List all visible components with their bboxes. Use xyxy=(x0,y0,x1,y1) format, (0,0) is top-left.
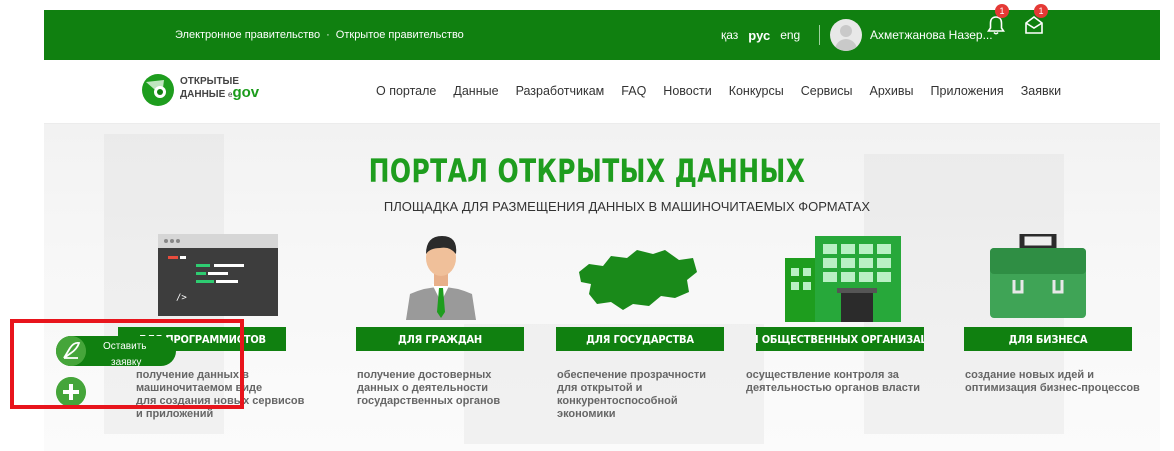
briefcase-icon xyxy=(990,234,1086,318)
page-title: ПОРТАЛ ОТКРЫТЫХ ДАННЫХ xyxy=(368,152,806,190)
nav-archives[interactable]: Архивы xyxy=(870,84,914,98)
lang-rus[interactable]: рус xyxy=(748,28,770,43)
category-state-button[interactable]: ДЛЯ ГОСУДАРСТВА xyxy=(556,327,724,351)
kazakhstan-map-icon xyxy=(579,250,697,310)
category-organizations-button[interactable]: ДЛЯ ОБЩЕСТВЕННЫХ ОРГАНИЗАЦИЙ xyxy=(756,327,924,351)
top-links-separator: · xyxy=(326,29,330,41)
citizen-icon xyxy=(406,236,476,320)
nav-news[interactable]: Новости xyxy=(663,84,711,98)
category-citizens-button[interactable]: ДЛЯ ГРАЖДАН xyxy=(356,327,524,351)
lang-eng[interactable]: eng xyxy=(780,28,800,42)
nav-about[interactable]: О портале xyxy=(376,84,436,98)
svg-text:/>: /> xyxy=(176,293,187,303)
header-divider xyxy=(819,25,820,45)
logo-line2: ДАННЫЕ xyxy=(180,89,226,100)
language-switcher: қаз рус eng xyxy=(721,10,800,60)
nav-faq[interactable]: FAQ xyxy=(621,84,646,98)
category-state-desc: обеспечение прозрачности для открытой и ко… xyxy=(557,369,707,420)
messages-badge: 1 xyxy=(1034,4,1048,18)
nav-developers[interactable]: Разработчикам xyxy=(516,84,605,98)
category-business-button[interactable]: ДЛЯ БИЗНЕСА xyxy=(964,327,1132,351)
nav-apps[interactable]: Приложения xyxy=(931,84,1004,98)
highlight-box xyxy=(10,319,244,409)
category-citizens-desc: получение достоверных данных о деятельнос… xyxy=(357,369,501,407)
nav-contests[interactable]: Конкурсы xyxy=(729,84,784,98)
lang-kaz[interactable]: қаз xyxy=(721,28,738,42)
open-gov-link[interactable]: Открытое правительство xyxy=(336,29,464,41)
page-subtitle: ПЛОЩАДКА ДЛЯ РАЗМЕЩЕНИЯ ДАННЫХ В МАШИНОЧ… xyxy=(383,199,871,214)
code-window-icon: /> xyxy=(158,234,278,316)
nav-services[interactable]: Сервисы xyxy=(801,84,853,98)
e-gov-link[interactable]: Электронное правительство xyxy=(175,29,320,41)
site-logo[interactable]: ОТКРЫТЫЕ ДАННЫЕ egov xyxy=(140,72,280,108)
main-nav: О портале Данные Разработчикам FAQ Новос… xyxy=(376,84,1078,98)
top-links: Электронное правительство · Открытое пра… xyxy=(175,10,464,60)
nav-data[interactable]: Данные xyxy=(453,84,498,98)
logo-mark-icon xyxy=(142,74,174,106)
username[interactable]: Ахметжанова Назер... xyxy=(870,10,993,60)
avatar[interactable] xyxy=(830,19,862,51)
notifications-badge: 1 xyxy=(995,4,1009,18)
building-icon xyxy=(785,236,901,322)
logo-gov: gov xyxy=(232,84,260,101)
nav-requests[interactable]: Заявки xyxy=(1021,84,1061,98)
category-business-desc: создание новых идей и оптимизация бизнес-… xyxy=(965,369,1140,394)
category-organizations-desc: осуществление контроля за деятельностью о… xyxy=(746,369,921,394)
